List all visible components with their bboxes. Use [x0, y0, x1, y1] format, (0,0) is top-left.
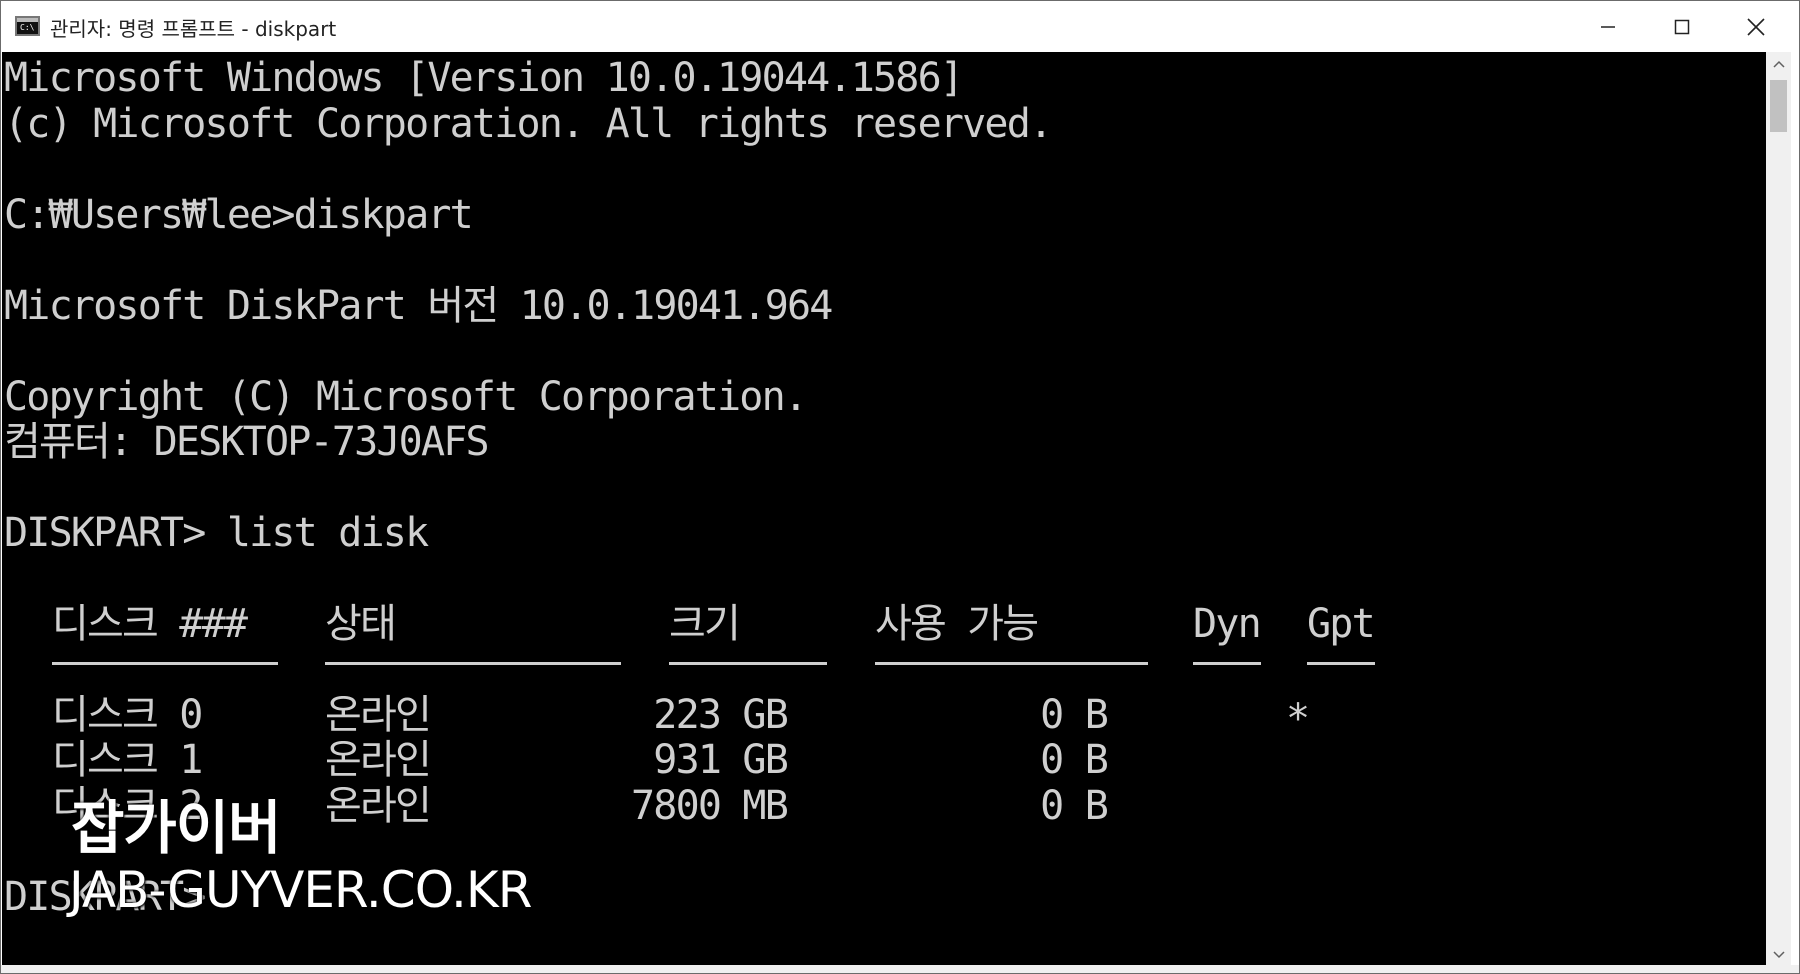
table-separator	[875, 662, 1148, 665]
table-separator	[669, 662, 827, 665]
scroll-up-button[interactable]	[1766, 52, 1791, 76]
table-header-dyn: Dyn	[1193, 601, 1262, 647]
minimize-button[interactable]	[1571, 1, 1645, 52]
table-cell-size: 7800 MB	[631, 783, 789, 829]
scroll-down-button[interactable]	[1766, 943, 1791, 967]
table-header-free: 사용 가능	[875, 601, 1039, 647]
command-prompt-window: C:\ 관리자: 명령 프롬프트 - diskpart Microsoft Wi…	[0, 0, 1800, 974]
table-cell-free: 0 B	[1040, 692, 1109, 738]
window-title: 관리자: 명령 프롬프트 - diskpart	[50, 17, 337, 41]
table-separator	[1307, 662, 1375, 665]
console-line: DISKPART> list disk	[4, 510, 429, 556]
table-header-gpt: Gpt	[1307, 601, 1376, 647]
watermark-name: 잡가이버	[71, 794, 281, 862]
maximize-icon	[1674, 19, 1690, 34]
minimize-icon	[1601, 25, 1615, 28]
table-cell-size: 931 GB	[653, 737, 789, 783]
close-icon	[1747, 17, 1765, 36]
table-cell-status: 온라인	[325, 692, 432, 738]
table-cell-free: 0 B	[1040, 783, 1109, 829]
cmd-icon-glyph: C:\	[20, 23, 35, 32]
table-cell-disk: 디스크 0	[52, 692, 203, 738]
table-cell-status: 온라인	[325, 737, 432, 783]
table-cell-free: 0 B	[1040, 737, 1109, 783]
table-separator	[325, 662, 621, 665]
table-separator	[52, 662, 278, 665]
table-cell-disk: 디스크 1	[52, 737, 203, 783]
console-line: Microsoft DiskPart 버전 10.0.19041.964	[4, 283, 833, 329]
table-separator	[1193, 662, 1261, 665]
chevron-down-icon	[1772, 951, 1785, 959]
scrollbar-thumb[interactable]	[1770, 80, 1787, 132]
console-line: (c) Microsoft Corporation. All rights re…	[4, 101, 1053, 147]
cmd-console-icon[interactable]: C:\	[15, 16, 40, 36]
maximize-button[interactable]	[1645, 1, 1719, 52]
close-button[interactable]	[1719, 1, 1793, 52]
table-header-status: 상태	[325, 601, 397, 647]
title-bar[interactable]: C:\ 관리자: 명령 프롬프트 - diskpart	[1, 1, 1799, 52]
console-line: C:₩Users₩lee>diskpart	[4, 192, 474, 238]
table-header-size: 크기	[669, 601, 741, 647]
console-line: 컴퓨터: DESKTOP-73J0AFS	[4, 419, 490, 465]
window-bottom-border	[1, 965, 1799, 973]
console-line: Copyright (C) Microsoft Corporation.	[4, 374, 808, 420]
table-cell-status: 온라인	[325, 783, 432, 829]
table-cell-gpt: *	[1286, 696, 1310, 742]
table-header-disk: 디스크 ###	[52, 601, 248, 647]
chevron-up-icon	[1772, 60, 1785, 68]
vertical-scrollbar[interactable]	[1766, 52, 1791, 967]
watermark-url: JAB-GUYVER.CO.KR	[69, 861, 532, 919]
console-line: Microsoft Windows [Version 10.0.19044.15…	[4, 55, 964, 101]
table-cell-size: 223 GB	[653, 692, 789, 738]
